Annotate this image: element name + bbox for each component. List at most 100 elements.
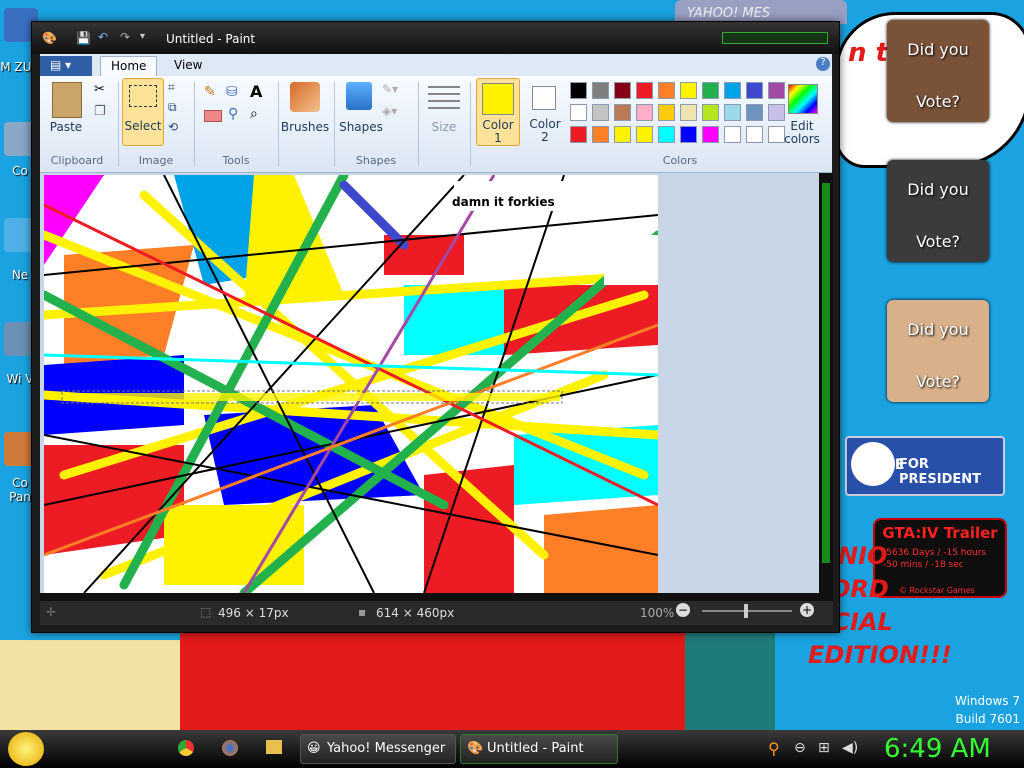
palette-swatch[interactable] xyxy=(592,104,609,121)
palette-swatch[interactable] xyxy=(570,82,587,99)
ribbon-separator xyxy=(334,82,335,166)
palette-swatch[interactable] xyxy=(636,126,653,143)
paste-icon[interactable] xyxy=(52,82,82,118)
magnifier-icon[interactable]: ⌕ xyxy=(250,106,258,122)
palette-swatch[interactable] xyxy=(768,82,785,99)
paint-app-icon[interactable]: 🎨 xyxy=(42,31,57,45)
palette-swatch[interactable] xyxy=(724,104,741,121)
gadget-bottom-text: Vote? xyxy=(915,92,961,111)
cursor-position-icon: ✛ xyxy=(46,605,57,619)
fill-style-icon[interactable]: ◈▾ xyxy=(382,104,397,118)
network-icon[interactable]: ⊞ xyxy=(818,740,830,756)
zoom-in-button[interactable]: + xyxy=(800,603,814,617)
huckabee-gadget[interactable]: KABEE FOR PRESIDENT xyxy=(845,436,1005,496)
explorer-icon[interactable] xyxy=(266,740,282,754)
crop-icon[interactable]: ⌗ xyxy=(168,80,175,95)
drawing-canvas[interactable]: damn it forkies xyxy=(44,175,658,593)
paint-window[interactable]: 🎨 💾 ↶ ↷ ▾ Untitled - Paint ▤ ▾ Home View… xyxy=(31,21,840,633)
ribbon-separator xyxy=(118,82,119,166)
zoom-out-button[interactable]: − xyxy=(676,603,690,617)
chrome-icon[interactable] xyxy=(178,740,194,756)
palette-swatch[interactable] xyxy=(724,126,741,143)
edit-colors-label[interactable]: Edit colors xyxy=(780,120,824,146)
canvas-area: damn it forkies xyxy=(40,173,819,593)
gadget-top-text: Did you xyxy=(907,180,969,199)
tray-minus-icon[interactable]: ⊖ xyxy=(794,740,806,756)
pencil-icon[interactable]: ✎ xyxy=(204,84,216,100)
help-icon[interactable]: ? xyxy=(816,57,830,71)
tab-home[interactable]: Home xyxy=(100,56,158,76)
palette-swatch[interactable] xyxy=(592,126,609,143)
clock[interactable]: 6:49 AM xyxy=(884,734,991,764)
palette-swatch[interactable] xyxy=(702,82,719,99)
palette-swatch[interactable] xyxy=(746,126,763,143)
ribbon-tabs: ▤ ▾ Home View ? xyxy=(40,54,832,76)
firefox-icon[interactable] xyxy=(222,740,238,756)
color2-button[interactable]: Color 2 xyxy=(524,78,566,144)
vote-gadget-obama[interactable]: Did you Vote? xyxy=(887,20,989,122)
ribbon-separator xyxy=(278,82,279,166)
edit-colors-icon[interactable] xyxy=(788,84,818,114)
palette-swatch[interactable] xyxy=(746,82,763,99)
brushes-icon[interactable] xyxy=(290,82,320,112)
palette-swatch[interactable] xyxy=(614,104,631,121)
shapes-label[interactable]: Shapes xyxy=(336,120,386,134)
text-tool-icon[interactable]: A xyxy=(250,82,262,101)
cut-icon[interactable]: ✂ xyxy=(94,82,105,97)
file-menu-button[interactable]: ▤ ▾ xyxy=(40,56,92,76)
window-controls[interactable] xyxy=(722,32,828,44)
save-icon[interactable]: 💾 xyxy=(76,31,91,45)
color1-button[interactable]: Color 1 xyxy=(476,78,520,146)
zoom-slider-thumb[interactable] xyxy=(744,604,748,618)
eraser-icon[interactable] xyxy=(204,110,222,122)
rotate-icon[interactable]: ⟲ xyxy=(168,120,178,134)
brushes-label[interactable]: Brushes xyxy=(280,120,330,134)
palette-swatch[interactable] xyxy=(636,104,653,121)
copy-icon[interactable]: ❐ xyxy=(94,104,106,119)
palette-swatch[interactable] xyxy=(592,82,609,99)
taskbar-yahoo-messenger[interactable]: 😀 Yahoo! Messenger xyxy=(300,734,456,764)
palette-swatch[interactable] xyxy=(636,82,653,99)
resize-icon[interactable]: ⧉ xyxy=(168,100,177,115)
vertical-scrollbar[interactable] xyxy=(819,173,833,593)
tab-view[interactable]: View xyxy=(164,56,212,76)
palette-swatch[interactable] xyxy=(570,104,587,121)
start-button[interactable] xyxy=(8,732,44,766)
color-picker-icon[interactable]: ⚲ xyxy=(228,106,238,122)
palette-swatch[interactable] xyxy=(702,126,719,143)
palette-swatch[interactable] xyxy=(570,126,587,143)
undo-icon[interactable]: ↶ xyxy=(98,30,108,44)
palette-swatch[interactable] xyxy=(680,126,697,143)
redo-icon[interactable]: ↷ xyxy=(120,30,130,44)
palette-swatch[interactable] xyxy=(680,82,697,99)
size-icon[interactable] xyxy=(428,86,460,110)
title-bar[interactable]: 🎨 💾 ↶ ↷ ▾ Untitled - Paint xyxy=(32,22,839,54)
ribbon-separator xyxy=(194,82,195,166)
palette-swatch[interactable] xyxy=(746,104,763,121)
color1-label: Color 1 xyxy=(482,118,514,145)
yahoo-smiley-icon: 😀 xyxy=(307,741,321,756)
fill-icon[interactable]: ⛁ xyxy=(226,84,238,100)
select-tool-button[interactable]: Select xyxy=(122,78,164,146)
palette-swatch[interactable] xyxy=(658,104,675,121)
vertical-scroll-thumb[interactable] xyxy=(822,183,830,563)
palette-swatch[interactable] xyxy=(614,126,631,143)
search-icon[interactable]: ⚲ xyxy=(768,739,780,758)
palette-swatch[interactable] xyxy=(680,104,697,121)
shapes-icon[interactable] xyxy=(346,82,372,110)
paste-label[interactable]: Paste xyxy=(44,120,88,134)
horizontal-scrollbar[interactable] xyxy=(40,593,833,601)
vote-gadget-clinton[interactable]: Did you Vote? xyxy=(887,300,989,402)
palette-swatch[interactable] xyxy=(658,82,675,99)
quick-access-dropdown-icon[interactable]: ▾ xyxy=(140,31,145,42)
outline-icon[interactable]: ✎▾ xyxy=(382,82,398,96)
vote-gadget-2[interactable]: Did you Vote? xyxy=(887,160,989,262)
taskbar-paint[interactable]: 🎨 Untitled - Paint xyxy=(460,734,618,764)
palette-swatch[interactable] xyxy=(702,104,719,121)
size-label[interactable]: Size xyxy=(424,120,464,134)
palette-swatch[interactable] xyxy=(768,104,785,121)
volume-icon[interactable]: ◀) xyxy=(842,740,858,756)
palette-swatch[interactable] xyxy=(614,82,631,99)
palette-swatch[interactable] xyxy=(658,126,675,143)
palette-swatch[interactable] xyxy=(724,82,741,99)
